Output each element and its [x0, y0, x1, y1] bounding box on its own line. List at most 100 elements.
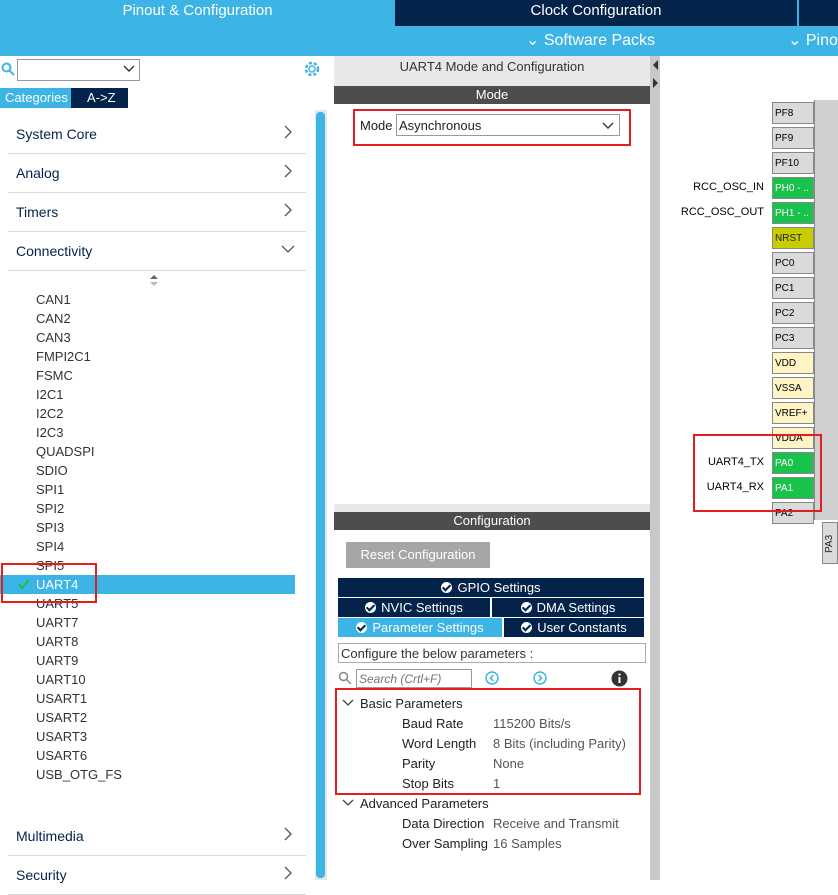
search-icon[interactable] [1, 62, 15, 76]
tab-label: GPIO Settings [457, 580, 541, 595]
peripheral-item[interactable]: FSMC [36, 366, 73, 385]
tab-label: NVIC Settings [381, 600, 463, 615]
check-circle-icon [521, 622, 533, 633]
highlight-uart-pins [693, 434, 822, 512]
configure-text-box: Configure the below parameters : [338, 643, 646, 663]
parameter-value[interactable]: 16 Samples [493, 836, 562, 851]
pin[interactable]: VREF+ [772, 402, 814, 424]
peripheral-item[interactable]: UART10 [36, 670, 86, 689]
mode-body [334, 104, 650, 504]
peripheral-item[interactable]: USART3 [36, 727, 87, 746]
tab-categories[interactable]: Categories [0, 88, 71, 108]
chevron-down-icon [281, 245, 295, 253]
tab-a-z[interactable]: A->Z [82, 88, 121, 108]
tab-dma-settings[interactable]: DMA Settings [492, 598, 644, 617]
section-label: Security [16, 867, 67, 883]
previous-icon[interactable] [485, 671, 499, 685]
peripheral-item[interactable]: FMPI2C1 [36, 347, 91, 366]
scrollbar-thumb[interactable] [316, 112, 325, 878]
tab-pinout-configuration[interactable]: Pinout & Configuration [0, 0, 395, 26]
pin[interactable]: PF9 [772, 127, 814, 149]
pin[interactable]: PC0 [772, 252, 814, 274]
chevron-right-icon [284, 125, 292, 139]
configuration-header: Configuration [334, 512, 650, 530]
peripheral-item[interactable]: SPI1 [36, 480, 64, 499]
peripheral-item[interactable]: USB_OTG_FS [36, 765, 122, 784]
peripheral-item[interactable]: CAN2 [36, 309, 71, 328]
pin[interactable]: PF8 [772, 102, 814, 124]
pin[interactable]: PC1 [772, 277, 814, 299]
collapse-arrows-icon[interactable] [652, 60, 659, 90]
tab-clock-configuration[interactable]: Clock Configuration [397, 0, 795, 26]
pin[interactable]: PH1 - .. [772, 202, 814, 224]
pin[interactable]: VDD [772, 352, 814, 374]
next-icon[interactable] [533, 671, 547, 685]
tab-label: Parameter Settings [372, 620, 484, 635]
configure-text: Configure the below parameters : [341, 646, 534, 661]
pin-signal-label: RCC_OSC_OUT [680, 206, 764, 218]
tab-parameter-settings[interactable]: Parameter Settings [338, 618, 502, 637]
highlight-basic-parameters [335, 688, 641, 795]
pin[interactable]: VSSA [772, 377, 814, 399]
chevron-right-icon [284, 164, 292, 178]
mode-config-title: UART4 Mode and Configuration [399, 59, 585, 74]
peripheral-item[interactable]: I2C3 [36, 423, 63, 442]
section-system-core[interactable]: System Core [8, 115, 306, 154]
parameter-label: Over Sampling [402, 836, 488, 851]
chevron-right-icon [284, 827, 292, 841]
sort-icon[interactable] [149, 275, 159, 287]
pin-pa3[interactable]: PA3 [822, 522, 838, 564]
section-multimedia[interactable]: Multimedia [8, 817, 306, 856]
parameter-search-input[interactable] [356, 669, 472, 688]
peripheral-item[interactable]: I2C2 [36, 404, 63, 423]
peripheral-item[interactable]: SPI3 [36, 518, 64, 537]
peripheral-item[interactable]: UART8 [36, 632, 78, 651]
pin[interactable]: PH0 - .. [772, 177, 814, 199]
category-tabs: Categories A->Z [0, 88, 128, 108]
peripheral-item[interactable]: USART1 [36, 689, 87, 708]
section-timers[interactable]: Timers [8, 193, 306, 232]
tab-label: User Constants [537, 620, 627, 635]
section-label: Timers [16, 204, 59, 220]
info-icon[interactable] [611, 670, 628, 687]
peripheral-item[interactable]: I2C1 [36, 385, 63, 404]
pinout-menu-label: Pinout [805, 32, 838, 49]
tab-overflow[interactable] [797, 0, 838, 26]
section-connectivity[interactable]: Connectivity [8, 232, 306, 271]
collapse-chevron-icon[interactable] [342, 798, 354, 808]
parameter-label: Data Direction [402, 816, 485, 831]
section-security[interactable]: Security [8, 856, 306, 895]
gear-icon[interactable] [303, 60, 321, 78]
pin[interactable]: NRST [772, 227, 814, 249]
tab-label: DMA Settings [536, 600, 616, 615]
peripheral-item[interactable]: SDIO [36, 461, 68, 480]
peripheral-item[interactable]: CAN3 [36, 328, 71, 347]
peripheral-item[interactable]: USART2 [36, 708, 87, 727]
reset-configuration-button[interactable]: Reset Configuration [346, 542, 490, 568]
highlight-mode [353, 109, 631, 146]
search-combo[interactable] [17, 59, 140, 81]
section-analog[interactable]: Analog [8, 154, 306, 193]
chevron-down-icon: ⌄ [526, 32, 540, 49]
section-label: Analog [16, 165, 60, 181]
tab-gpio-settings[interactable]: GPIO Settings [338, 578, 644, 597]
pin[interactable]: PC2 [772, 302, 814, 324]
pinout-menu[interactable]: ⌄ Pinout [788, 30, 838, 50]
pin[interactable]: PF10 [772, 152, 814, 174]
chevron-down-icon [123, 65, 135, 72]
tab-user-constants[interactable]: User Constants [504, 618, 644, 637]
peripheral-item[interactable]: SPI4 [36, 537, 64, 556]
peripheral-item[interactable]: UART4 [36, 575, 78, 594]
advanced-parameters-title: Advanced Parameters [360, 796, 489, 811]
tab-nvic-settings[interactable]: NVIC Settings [338, 598, 490, 617]
peripheral-item[interactable]: SPI2 [36, 499, 64, 518]
peripheral-item[interactable]: CAN1 [36, 290, 71, 309]
peripheral-item[interactable]: USART6 [36, 746, 87, 765]
peripheral-item[interactable]: UART7 [36, 613, 78, 632]
parameter-value[interactable]: Receive and Transmit [493, 816, 619, 831]
pin[interactable]: PC3 [772, 327, 814, 349]
peripheral-item[interactable]: QUADSPI [36, 442, 95, 461]
peripheral-item[interactable]: UART9 [36, 651, 78, 670]
splitter[interactable] [650, 56, 660, 880]
software-packs-menu[interactable]: ⌄ Software Packs [526, 30, 655, 50]
